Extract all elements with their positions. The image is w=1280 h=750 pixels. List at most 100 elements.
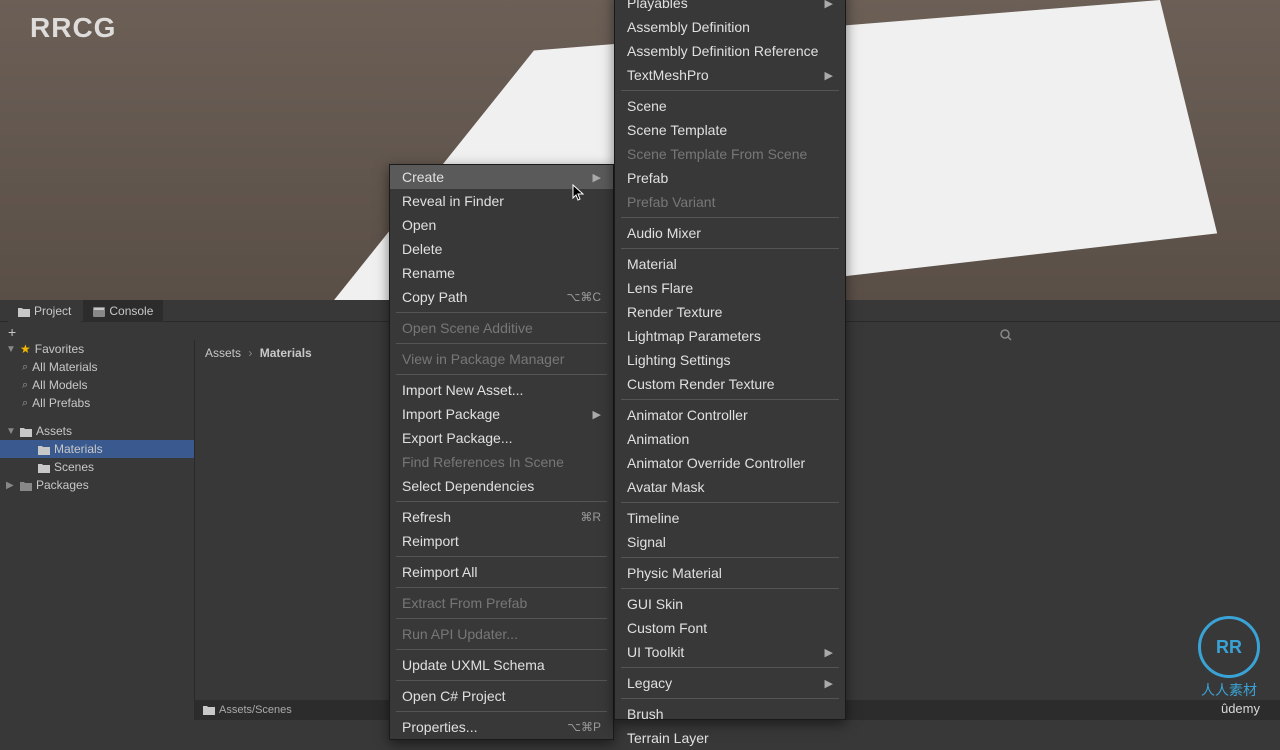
menu-item-label: Prefab	[627, 170, 668, 186]
menu-item-open-scene-additive: Open Scene Additive	[390, 316, 613, 340]
menu-item-avatar-mask[interactable]: Avatar Mask	[615, 475, 845, 499]
menu-item-label: Signal	[627, 534, 666, 550]
menu-item-reveal-in-finder[interactable]: Reveal in Finder	[390, 189, 613, 213]
menu-item-terrain-layer[interactable]: Terrain Layer	[615, 726, 845, 750]
menu-item-label: Rename	[402, 265, 455, 281]
menu-item-animator-override-controller[interactable]: Animator Override Controller	[615, 451, 845, 475]
menu-item-brush[interactable]: Brush	[615, 702, 845, 726]
asset-scenes[interactable]: Scenes	[0, 458, 194, 476]
add-button[interactable]: +	[8, 324, 26, 338]
folder-icon	[20, 426, 32, 436]
menu-item-assembly-definition-reference[interactable]: Assembly Definition Reference	[615, 39, 845, 63]
breadcrumb-root[interactable]: Assets	[205, 346, 241, 360]
menu-separator	[396, 711, 607, 712]
menu-item-physic-material[interactable]: Physic Material	[615, 561, 845, 585]
fav-all-prefabs[interactable]: ⌕ All Prefabs	[0, 394, 194, 412]
menu-item-playables[interactable]: Playables ▶	[615, 0, 845, 15]
menu-item-animator-controller[interactable]: Animator Controller	[615, 403, 845, 427]
menu-item-label: Open Scene Additive	[402, 320, 533, 336]
menu-item-audio-mixer[interactable]: Audio Mixer	[615, 221, 845, 245]
menu-item-update-uxml-schema[interactable]: Update UXML Schema	[390, 653, 613, 677]
chevron-right-icon: ▶	[6, 480, 16, 491]
menu-separator	[396, 556, 607, 557]
breadcrumb-current[interactable]: Materials	[260, 346, 312, 360]
menu-separator	[621, 698, 839, 699]
menu-shortcut: ⌥⌘C	[567, 290, 602, 304]
menu-item-custom-render-texture[interactable]: Custom Render Texture	[615, 372, 845, 396]
menu-item-legacy[interactable]: Legacy▶	[615, 671, 845, 695]
menu-item-label: Export Package...	[402, 430, 513, 446]
create-submenu: Playables ▶ Assembly DefinitionAssembly De…	[614, 0, 846, 720]
menu-shortcut: ⌘R	[580, 510, 601, 524]
menu-item-select-dependencies[interactable]: Select Dependencies	[390, 474, 613, 498]
menu-separator	[396, 680, 607, 681]
tab-project[interactable]: Project	[8, 300, 81, 322]
menu-item-label: Material	[627, 256, 677, 272]
bottom-path-label: Assets/Scenes	[219, 704, 292, 716]
menu-item-scene-template[interactable]: Scene Template	[615, 118, 845, 142]
menu-item-label: Lightmap Parameters	[627, 328, 761, 344]
menu-item-import-package[interactable]: Import Package▶	[390, 402, 613, 426]
menu-item-rename[interactable]: Rename	[390, 261, 613, 285]
menu-item-timeline[interactable]: Timeline	[615, 506, 845, 530]
packages-header[interactable]: ▶ Packages	[0, 476, 194, 494]
menu-item-refresh[interactable]: Refresh⌘R	[390, 505, 613, 529]
udemy-logo: ûdemy	[1221, 701, 1260, 716]
menu-item-render-texture[interactable]: Render Texture	[615, 300, 845, 324]
menu-shortcut: ⌥⌘P	[567, 720, 601, 734]
menu-separator	[621, 588, 839, 589]
folder-icon	[38, 462, 50, 472]
folder-icon	[18, 306, 30, 316]
menu-item-delete[interactable]: Delete	[390, 237, 613, 261]
assets-header[interactable]: ▼ Assets	[0, 422, 194, 440]
menu-item-label: Import Package	[402, 406, 500, 422]
search-icon	[1000, 328, 1012, 340]
menu-item-label: Open C# Project	[402, 688, 506, 704]
chevron-right-icon: ▶	[825, 0, 833, 10]
menu-item-properties[interactable]: Properties...⌥⌘P	[390, 715, 613, 739]
folder-icon	[203, 705, 215, 715]
menu-item-open-c-project[interactable]: Open C# Project	[390, 684, 613, 708]
menu-item-gui-skin[interactable]: GUI Skin	[615, 592, 845, 616]
menu-separator	[621, 90, 839, 91]
menu-item-textmeshpro[interactable]: TextMeshPro▶	[615, 63, 845, 87]
menu-separator	[621, 557, 839, 558]
menu-item-reimport[interactable]: Reimport	[390, 529, 613, 553]
menu-item-create[interactable]: Create▶	[390, 165, 613, 189]
menu-item-scene[interactable]: Scene	[615, 94, 845, 118]
menu-item-custom-font[interactable]: Custom Font	[615, 616, 845, 640]
menu-item-copy-path[interactable]: Copy Path⌥⌘C	[390, 285, 613, 309]
menu-item-label: GUI Skin	[627, 596, 683, 612]
context-menu: Create▶Reveal in FinderOpenDelete Rename C…	[389, 164, 614, 740]
menu-item-label: Legacy	[627, 675, 672, 691]
folder-icon	[20, 480, 32, 490]
menu-item-reimport-all[interactable]: Reimport All	[390, 560, 613, 584]
menu-item-lens-flare[interactable]: Lens Flare	[615, 276, 845, 300]
menu-item-material[interactable]: Material	[615, 252, 845, 276]
menu-item-prefab[interactable]: Prefab	[615, 166, 845, 190]
menu-item-import-new-asset[interactable]: Import New Asset...	[390, 378, 613, 402]
tab-console[interactable]: Console	[83, 300, 163, 322]
menu-item-ui-toolkit[interactable]: UI Toolkit▶	[615, 640, 845, 664]
menu-item-assembly-definition[interactable]: Assembly Definition	[615, 15, 845, 39]
menu-item-export-package[interactable]: Export Package...	[390, 426, 613, 450]
favorites-header[interactable]: ▼ ★ Favorites	[0, 340, 194, 358]
menu-item-lightmap-parameters[interactable]: Lightmap Parameters	[615, 324, 845, 348]
fav-all-models[interactable]: ⌕ All Models	[0, 376, 194, 394]
menu-item-signal[interactable]: Signal	[615, 530, 845, 554]
menu-separator	[396, 343, 607, 344]
menu-item-label: Avatar Mask	[627, 479, 705, 495]
menu-separator	[621, 667, 839, 668]
favorites-label: Favorites	[35, 342, 84, 356]
menu-item-label: Playables	[627, 0, 688, 11]
menu-item-animation[interactable]: Animation	[615, 427, 845, 451]
menu-separator	[621, 502, 839, 503]
menu-item-label: Update UXML Schema	[402, 657, 545, 673]
menu-item-open[interactable]: Open	[390, 213, 613, 237]
asset-materials[interactable]: Materials	[0, 440, 194, 458]
fav-all-materials[interactable]: ⌕ All Materials	[0, 358, 194, 376]
menu-item-lighting-settings[interactable]: Lighting Settings	[615, 348, 845, 372]
packages-label: Packages	[36, 478, 89, 492]
menu-separator	[621, 217, 839, 218]
menu-item-label: Render Texture	[627, 304, 722, 320]
